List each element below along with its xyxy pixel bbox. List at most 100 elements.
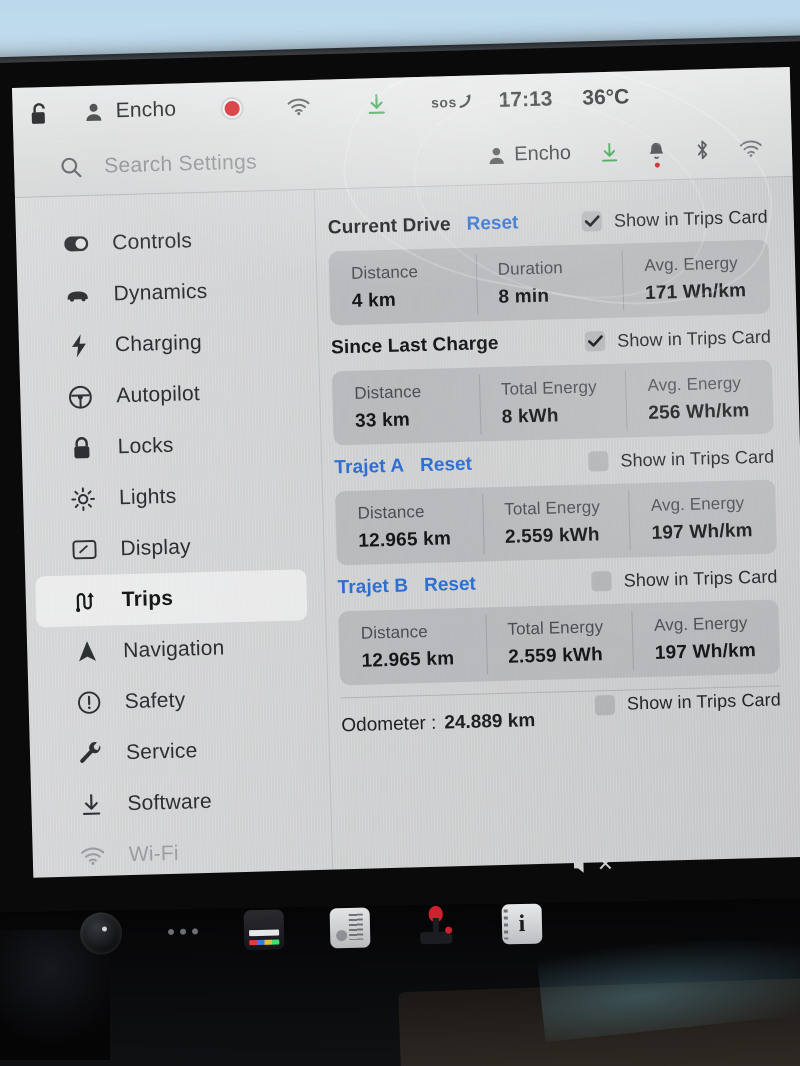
warning-icon [76,691,101,715]
sos-icon[interactable] [458,94,472,110]
notification-dot [654,162,660,168]
reset-button[interactable]: Reset [424,574,476,597]
section-trajet-a: Trajet A Reset Show in Trips Card Distan… [334,440,777,566]
download-icon[interactable] [367,93,386,114]
slider-app-icon[interactable] [329,907,371,949]
checkbox-label: Show in Trips Card [613,206,769,231]
sidebar-label: Safety [124,688,186,713]
sos-label[interactable]: sos [431,94,457,111]
bell-icon[interactable] [648,141,666,168]
card-reader-app-icon[interactable] [243,909,285,951]
checkbox-checked[interactable] [581,211,603,232]
steering-icon [68,384,93,409]
bluetooth-icon[interactable] [695,139,711,160]
stat-value: 33 km [354,409,411,432]
checkbox-label: Show in Trips Card [626,689,782,714]
stat-cell: Distance 4 km [329,248,478,326]
header-wifi-icon[interactable] [739,140,762,158]
stat-key: Total Energy [507,617,604,639]
sidebar-label: Display [120,534,192,560]
app-dock [79,885,700,969]
show-in-trips-card-toggle[interactable]: Show in Trips Card [588,446,775,472]
trips-panel: Current Drive Reset Show in Trips Card D… [315,177,800,870]
more-apps-icon[interactable] [167,928,199,936]
stat-value: 12.965 km [361,648,455,672]
sidebar-item-wifi[interactable]: Wi-Fi [42,824,314,878]
sun-icon [71,486,96,511]
show-in-trips-card-toggle[interactable]: Show in Trips Card [594,689,782,715]
show-in-trips-card-toggle[interactable]: Show in Trips Card [581,206,769,232]
sidebar-item-autopilot[interactable]: Autopilot [30,365,302,423]
sidebar-item-safety[interactable]: Safety [38,671,310,729]
sidebar-item-dynamics[interactable]: Dynamics [27,263,299,321]
header-download-icon[interactable] [601,142,619,162]
record-icon[interactable] [221,98,242,118]
show-in-trips-card-toggle[interactable]: Show in Trips Card [584,326,771,352]
sidebar-item-locks[interactable]: Locks [31,416,303,474]
sidebar-item-trips[interactable]: Trips [35,569,308,628]
stat-key: Duration [497,258,564,279]
sidebar-label: Autopilot [116,381,201,407]
stat-key: Total Energy [503,497,601,519]
stat-cell: Distance 12.965 km [338,607,487,685]
checkbox-label: Show in Trips Card [620,446,775,471]
search-input[interactable]: Search Settings [104,150,257,178]
stat-value: 256 Wh/km [648,400,750,424]
reset-button[interactable]: Reset [466,212,518,235]
stat-key: Avg. Energy [647,373,742,395]
display-icon [72,539,97,560]
settings-sidebar: Controls Dynamics Charging Autopilot Loc… [14,189,334,878]
mute-x-label: ✕ [596,853,615,876]
sidebar-wifi-icon [81,846,105,865]
toggle-icon [64,236,89,252]
checkbox-checked[interactable] [584,331,606,352]
mute-indicator[interactable]: ✕ [572,853,615,876]
odometer-row: Odometer : 24.889 km Show in Trips Card [340,685,782,754]
section-current-drive: Current Drive Reset Show in Trips Card D… [327,200,771,326]
trip-name-button[interactable]: Trajet B [337,575,408,599]
stats-card: Distance 12.965 km Total Energy 2.559 kW… [335,479,777,566]
sidebar-item-lights[interactable]: Lights [32,467,304,525]
checkbox-unchecked[interactable] [594,694,616,715]
stat-cell: Avg. Energy 256 Wh/km [625,360,774,438]
stat-cell: Total Energy 8 kWh [478,364,627,442]
checkbox-unchecked[interactable] [591,570,612,592]
sidebar-label: Service [125,738,198,764]
sidebar-item-software[interactable]: Software [41,773,313,831]
stat-cell: Distance 12.965 km [335,487,484,565]
header-profile-name[interactable]: Encho [514,142,571,167]
photo-scene: Encho sos 17:13 36°C Search Settings Enc… [0,0,800,1066]
section-header: Current Drive Reset Show in Trips Card [327,200,768,246]
joystick-app-icon[interactable] [416,905,457,947]
search-icon[interactable] [60,156,83,179]
stat-key: Avg. Energy [650,493,745,515]
stat-value: 12.965 km [358,528,452,552]
status-profile-name[interactable]: Encho [115,98,176,124]
volume-knob[interactable] [79,912,123,956]
person-icon[interactable] [83,102,104,123]
sidebar-item-display[interactable]: Display [34,518,306,576]
reset-button[interactable]: Reset [420,454,472,477]
bolt-icon [67,334,92,358]
sidebar-item-controls[interactable]: Controls [26,212,298,270]
section-title: Current Drive [327,214,451,239]
mute-speaker-icon [573,857,584,873]
wifi-icon[interactable] [287,97,310,115]
stat-value: 171 Wh/km [644,280,747,304]
sidebar-item-service[interactable]: Service [39,722,311,780]
sidebar-label: Trips [121,586,174,611]
info-app-icon[interactable] [501,903,543,945]
sidebar-item-charging[interactable]: Charging [28,314,300,372]
sidebar-item-navigation[interactable]: Navigation [37,620,309,678]
show-in-trips-card-toggle[interactable]: Show in Trips Card [591,566,778,592]
unlock-icon[interactable] [30,101,50,125]
touchscreen-display: Encho sos 17:13 36°C Search Settings Enc… [12,66,800,878]
stat-key: Distance [350,262,419,283]
stat-value: 197 Wh/km [651,520,753,544]
stat-cell: Total Energy 2.559 kWh [482,483,631,561]
trip-name-button[interactable]: Trajet A [334,456,404,480]
checkbox-unchecked[interactable] [588,451,609,472]
header-person-icon[interactable] [487,146,507,166]
sidebar-label: Wi-Fi [128,841,180,866]
stat-key: Distance [354,382,422,403]
